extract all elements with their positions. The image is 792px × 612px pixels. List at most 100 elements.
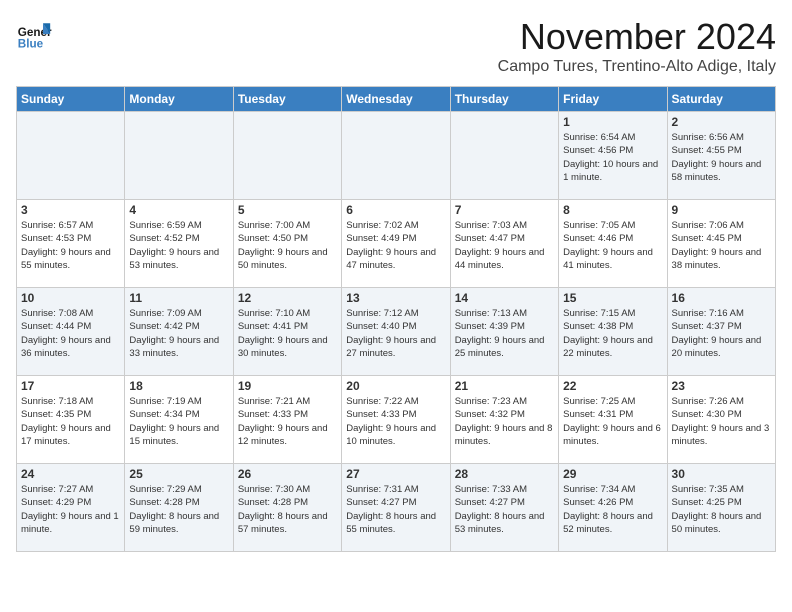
day-number: 13 xyxy=(346,291,445,305)
weekday-header-friday: Friday xyxy=(559,87,667,112)
day-info: Sunrise: 7:27 AM Sunset: 4:29 PM Dayligh… xyxy=(21,483,120,536)
calendar-cell: 18 Sunrise: 7:19 AM Sunset: 4:34 PM Dayli… xyxy=(125,376,233,464)
weekday-header-wednesday: Wednesday xyxy=(342,87,450,112)
day-info: Sunrise: 7:10 AM Sunset: 4:41 PM Dayligh… xyxy=(238,307,337,360)
calendar-cell: 1 Sunrise: 6:54 AM Sunset: 4:56 PM Daylig… xyxy=(559,112,667,200)
calendar-cell: 12 Sunrise: 7:10 AM Sunset: 4:41 PM Dayli… xyxy=(233,288,341,376)
day-info: Sunrise: 7:13 AM Sunset: 4:39 PM Dayligh… xyxy=(455,307,554,360)
calendar-cell xyxy=(125,112,233,200)
day-number: 10 xyxy=(21,291,120,305)
location-title: Campo Tures, Trentino-Alto Adige, Italy xyxy=(498,58,776,76)
calendar-cell: 13 Sunrise: 7:12 AM Sunset: 4:40 PM Dayli… xyxy=(342,288,450,376)
day-number: 1 xyxy=(563,115,662,129)
calendar-cell: 8 Sunrise: 7:05 AM Sunset: 4:46 PM Daylig… xyxy=(559,200,667,288)
calendar-cell: 26Sunrise: 7:30 AM Sunset: 4:28 PM Dayli… xyxy=(233,464,341,552)
day-number: 7 xyxy=(455,203,554,217)
day-number: 29 xyxy=(563,467,662,481)
day-info: Sunrise: 6:57 AM Sunset: 4:53 PM Dayligh… xyxy=(21,219,120,272)
calendar-cell: 6 Sunrise: 7:02 AM Sunset: 4:49 PM Daylig… xyxy=(342,200,450,288)
svg-text:Blue: Blue xyxy=(18,38,44,51)
day-info: Sunrise: 7:35 AM Sunset: 4:25 PM Dayligh… xyxy=(672,483,771,536)
page-header: General Blue November 2024 Campo Tures, … xyxy=(16,16,776,76)
calendar-cell: 23 Sunrise: 7:26 AM Sunset: 4:30 PM Dayli… xyxy=(667,376,775,464)
day-info: Sunrise: 7:09 AM Sunset: 4:42 PM Dayligh… xyxy=(129,307,228,360)
day-number: 14 xyxy=(455,291,554,305)
day-info: Sunrise: 7:05 AM Sunset: 4:46 PM Dayligh… xyxy=(563,219,662,272)
day-number: 11 xyxy=(129,291,228,305)
day-info: Sunrise: 7:18 AM Sunset: 4:35 PM Dayligh… xyxy=(21,395,120,448)
day-info: Sunrise: 7:02 AM Sunset: 4:49 PM Dayligh… xyxy=(346,219,445,272)
weekday-header-monday: Monday xyxy=(125,87,233,112)
day-number: 20 xyxy=(346,379,445,393)
day-info: Sunrise: 7:26 AM Sunset: 4:30 PM Dayligh… xyxy=(672,395,771,448)
day-number: 27 xyxy=(346,467,445,481)
day-info: Sunrise: 7:08 AM Sunset: 4:44 PM Dayligh… xyxy=(21,307,120,360)
calendar-cell xyxy=(450,112,558,200)
calendar-cell: 2 Sunrise: 6:56 AM Sunset: 4:55 PM Daylig… xyxy=(667,112,775,200)
day-info: Sunrise: 7:29 AM Sunset: 4:28 PM Dayligh… xyxy=(129,483,228,536)
day-info: Sunrise: 7:06 AM Sunset: 4:45 PM Dayligh… xyxy=(672,219,771,272)
day-info: Sunrise: 7:12 AM Sunset: 4:40 PM Dayligh… xyxy=(346,307,445,360)
calendar-cell: 20 Sunrise: 7:22 AM Sunset: 4:33 PM Dayli… xyxy=(342,376,450,464)
day-number: 9 xyxy=(672,203,771,217)
day-info: Sunrise: 7:22 AM Sunset: 4:33 PM Dayligh… xyxy=(346,395,445,448)
day-number: 22 xyxy=(563,379,662,393)
month-title: November 2024 xyxy=(498,16,776,58)
day-number: 4 xyxy=(129,203,228,217)
day-number: 2 xyxy=(672,115,771,129)
day-number: 16 xyxy=(672,291,771,305)
day-number: 24 xyxy=(21,467,120,481)
calendar-cell: 7 Sunrise: 7:03 AM Sunset: 4:47 PM Daylig… xyxy=(450,200,558,288)
calendar-cell: 15Sunrise: 7:15 AM Sunset: 4:38 PM Dayli… xyxy=(559,288,667,376)
calendar-cell: 27 Sunrise: 7:31 AM Sunset: 4:27 PM Dayli… xyxy=(342,464,450,552)
day-number: 8 xyxy=(563,203,662,217)
calendar-cell: 11 Sunrise: 7:09 AM Sunset: 4:42 PM Dayli… xyxy=(125,288,233,376)
day-number: 28 xyxy=(455,467,554,481)
day-info: Sunrise: 7:00 AM Sunset: 4:50 PM Dayligh… xyxy=(238,219,337,272)
calendar-cell: 17 Sunrise: 7:18 AM Sunset: 4:35 PM Dayli… xyxy=(17,376,125,464)
day-number: 12 xyxy=(238,291,337,305)
day-number: 25 xyxy=(129,467,228,481)
day-info: Sunrise: 7:21 AM Sunset: 4:33 PM Dayligh… xyxy=(238,395,337,448)
title-area: November 2024 Campo Tures, Trentino-Alto… xyxy=(498,16,776,76)
logo-icon: General Blue xyxy=(16,16,52,52)
calendar-cell: 16 Sunrise: 7:16 AM Sunset: 4:37 PM Dayli… xyxy=(667,288,775,376)
weekday-header-saturday: Saturday xyxy=(667,87,775,112)
day-info: Sunrise: 7:33 AM Sunset: 4:27 PM Dayligh… xyxy=(455,483,554,536)
calendar-cell: 5Sunrise: 7:00 AM Sunset: 4:50 PM Daylig… xyxy=(233,200,341,288)
calendar-cell xyxy=(342,112,450,200)
day-number: 18 xyxy=(129,379,228,393)
weekday-header-tuesday: Tuesday xyxy=(233,87,341,112)
day-number: 30 xyxy=(672,467,771,481)
calendar-cell: 21Sunrise: 7:23 AM Sunset: 4:32 PM Dayli… xyxy=(450,376,558,464)
calendar-cell: 14 Sunrise: 7:13 AM Sunset: 4:39 PM Dayli… xyxy=(450,288,558,376)
day-number: 17 xyxy=(21,379,120,393)
calendar-cell xyxy=(17,112,125,200)
calendar-cell: 4 Sunrise: 6:59 AM Sunset: 4:52 PM Daylig… xyxy=(125,200,233,288)
weekday-header-sunday: Sunday xyxy=(17,87,125,112)
calendar-table: SundayMondayTuesdayWednesdayThursdayFrid… xyxy=(16,86,776,552)
day-number: 6 xyxy=(346,203,445,217)
day-info: Sunrise: 6:59 AM Sunset: 4:52 PM Dayligh… xyxy=(129,219,228,272)
calendar-cell: 3 Sunrise: 6:57 AM Sunset: 4:53 PM Daylig… xyxy=(17,200,125,288)
day-info: Sunrise: 7:16 AM Sunset: 4:37 PM Dayligh… xyxy=(672,307,771,360)
day-number: 3 xyxy=(21,203,120,217)
day-info: Sunrise: 6:56 AM Sunset: 4:55 PM Dayligh… xyxy=(672,131,771,184)
calendar-cell: 24 Sunrise: 7:27 AM Sunset: 4:29 PM Dayli… xyxy=(17,464,125,552)
day-info: Sunrise: 7:19 AM Sunset: 4:34 PM Dayligh… xyxy=(129,395,228,448)
day-info: Sunrise: 7:23 AM Sunset: 4:32 PM Dayligh… xyxy=(455,395,554,448)
calendar-cell: 19 Sunrise: 7:21 AM Sunset: 4:33 PM Dayli… xyxy=(233,376,341,464)
day-number: 15 xyxy=(563,291,662,305)
weekday-header-thursday: Thursday xyxy=(450,87,558,112)
day-number: 19 xyxy=(238,379,337,393)
day-info: Sunrise: 6:54 AM Sunset: 4:56 PM Dayligh… xyxy=(563,131,662,184)
calendar-cell: 22Sunrise: 7:25 AM Sunset: 4:31 PM Dayli… xyxy=(559,376,667,464)
calendar-cell xyxy=(233,112,341,200)
day-info: Sunrise: 7:30 AM Sunset: 4:28 PM Dayligh… xyxy=(238,483,337,536)
calendar-cell: 10 Sunrise: 7:08 AM Sunset: 4:44 PM Dayli… xyxy=(17,288,125,376)
day-number: 23 xyxy=(672,379,771,393)
day-info: Sunrise: 7:03 AM Sunset: 4:47 PM Dayligh… xyxy=(455,219,554,272)
calendar-cell: 9 Sunrise: 7:06 AM Sunset: 4:45 PM Daylig… xyxy=(667,200,775,288)
calendar-cell: 25 Sunrise: 7:29 AM Sunset: 4:28 PM Dayli… xyxy=(125,464,233,552)
day-info: Sunrise: 7:31 AM Sunset: 4:27 PM Dayligh… xyxy=(346,483,445,536)
